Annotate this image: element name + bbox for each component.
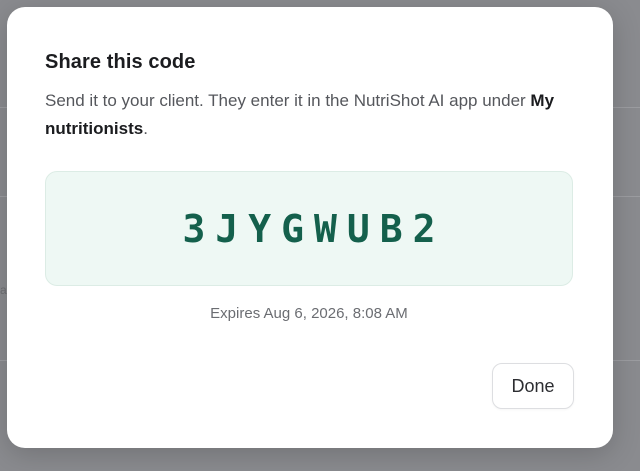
description-text: Send it to your client. They enter it in… xyxy=(45,91,531,110)
share-code-box: 3JYGWUB2 xyxy=(45,171,573,286)
share-code-dialog: Share this code Send it to your client. … xyxy=(7,7,613,448)
expiry-text: Expires Aug 6, 2026, 8:08 AM xyxy=(210,305,408,322)
share-code: 3JYGWUB2 xyxy=(182,206,446,251)
done-button[interactable]: Done xyxy=(492,363,574,409)
dialog-title: Share this code xyxy=(45,51,196,73)
description-suffix: . xyxy=(143,119,148,138)
background-text-fragment: a xyxy=(0,283,7,297)
dialog-description: Send it to your client. They enter it in… xyxy=(45,87,575,143)
